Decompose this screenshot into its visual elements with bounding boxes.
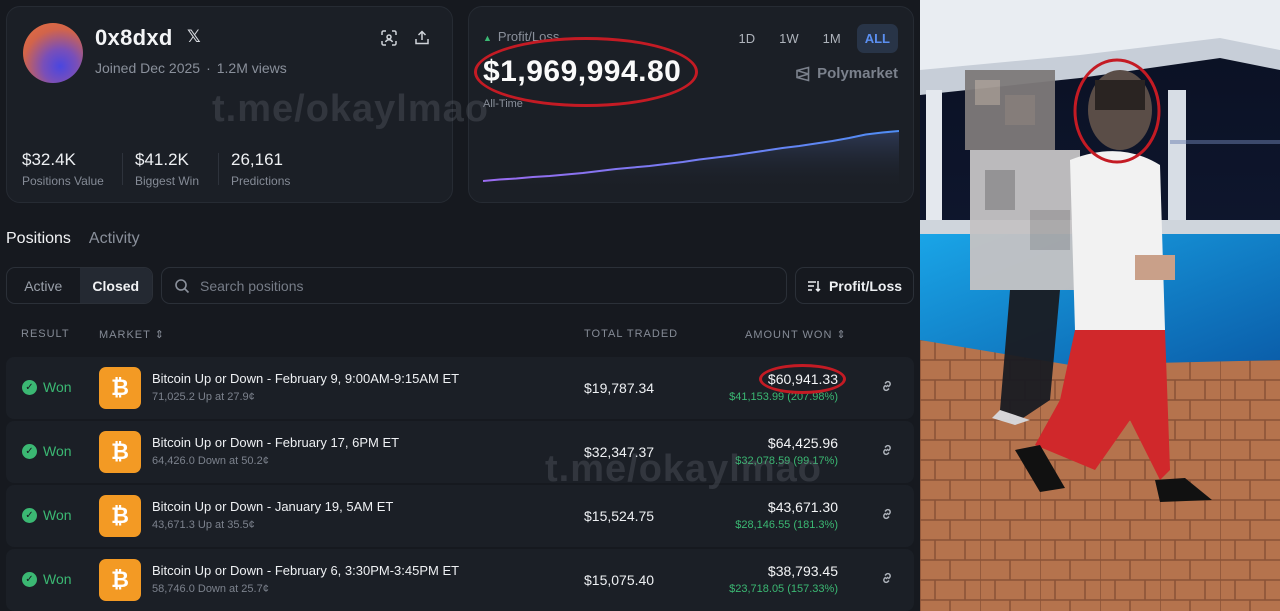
highlight-circle	[759, 364, 846, 394]
brand-name: Polymarket	[817, 65, 898, 82]
tab-positions[interactable]: Positions	[6, 230, 71, 248]
result-won: ✓ Won	[22, 443, 72, 459]
bitcoin-icon: ₿	[99, 431, 141, 473]
profit-amount: $41,153.99 (207.98%)	[729, 391, 838, 403]
polymarket-logo-icon	[796, 65, 810, 82]
result-won: ✓ Won	[22, 379, 72, 395]
col-header-amount-won[interactable]: AMOUNT WON ⇕	[745, 328, 847, 341]
stat-value: $41.2K	[135, 150, 189, 169]
arrest-photo	[920, 0, 1280, 611]
search-icon	[175, 278, 190, 293]
check-icon: ✓	[22, 571, 37, 587]
profit-loss-card: ▲ Profit/Loss $1,969,994.80 All-Time 1D 1…	[468, 6, 914, 203]
stat-divider	[122, 153, 123, 185]
check-icon: ✓	[22, 443, 37, 459]
active-filter-button[interactable]: Active	[7, 268, 80, 303]
result-text: Won	[43, 571, 72, 587]
total-traded: $19,787.34	[584, 380, 655, 396]
stat-label: Biggest Win	[135, 174, 200, 188]
range-tab-1m[interactable]: 1M	[815, 24, 849, 53]
stat-predictions: 26,161 Predictions	[231, 150, 290, 188]
link-icon[interactable]	[880, 571, 894, 590]
sort-icon	[807, 280, 821, 292]
join-info: Joined Dec 2025 · 1.2M views	[95, 60, 287, 76]
avatar	[23, 23, 83, 83]
profit-amount: $28,146.55 (181.3%)	[735, 519, 838, 531]
photo-panel	[920, 0, 1280, 611]
username: 0x8dxd	[95, 25, 173, 50]
x-social-icon[interactable]: 𝕏	[187, 27, 201, 47]
stat-value: 26,161	[231, 150, 283, 169]
separator-dot: ·	[206, 60, 211, 76]
link-icon[interactable]	[880, 379, 894, 398]
link-icon[interactable]	[880, 443, 894, 462]
sort-chevron-icon: ⇕	[154, 329, 165, 341]
scan-icon[interactable]	[378, 27, 400, 49]
col-header-result: RESULT	[21, 328, 70, 340]
amount-won: $38,793.45	[767, 563, 838, 579]
stat-label: Predictions	[231, 174, 291, 188]
result-text: Won	[43, 379, 72, 395]
market-detail: 43,671.3 Up at 35.5¢	[152, 519, 255, 531]
market-detail: 58,746.0 Down at 25.7¢	[152, 583, 269, 595]
bitcoin-icon: ₿	[99, 559, 141, 601]
amount-won: $43,671.30	[767, 499, 838, 515]
result-won: ✓ Won	[22, 507, 72, 523]
main-tabs: Positions Activity	[6, 230, 140, 248]
bitcoin-icon: ₿	[99, 367, 141, 409]
market-title[interactable]: Bitcoin Up or Down - February 17, 6PM ET	[152, 435, 399, 450]
up-triangle-icon: ▲	[483, 33, 492, 43]
table-row[interactable]: ✓ Won ₿ Bitcoin Up or Down - February 6, …	[6, 549, 914, 611]
tab-activity[interactable]: Activity	[89, 230, 140, 248]
search-input[interactable]	[200, 277, 760, 294]
market-detail: 71,025.2 Up at 27.9¢	[152, 391, 255, 403]
result-won: ✓ Won	[22, 571, 72, 587]
closed-filter-button[interactable]: Closed	[79, 268, 152, 303]
link-icon[interactable]	[880, 507, 894, 526]
col-header-market-text: MARKET	[99, 329, 151, 341]
bitcoin-icon: ₿	[99, 495, 141, 537]
profit-amount: $23,718.05 (157.33%)	[729, 583, 838, 595]
stat-positions-value: $32.4K Positions Value	[22, 150, 104, 188]
col-header-won-text: AMOUNT WON	[745, 329, 833, 341]
col-header-market[interactable]: MARKET ⇕	[99, 328, 165, 341]
sort-chevron-icon: ⇕	[836, 329, 847, 341]
col-header-traded: TOTAL TRADED	[584, 328, 679, 340]
total-traded: $15,075.40	[584, 572, 655, 588]
stat-label: Positions Value	[22, 174, 104, 188]
sort-button[interactable]: Profit/Loss	[795, 267, 914, 304]
time-range-tabs: 1D 1W 1M ALL	[731, 24, 898, 53]
range-tab-all[interactable]: ALL	[856, 24, 898, 53]
joined-date: Joined Dec 2025	[95, 60, 201, 76]
position-status-toggle: Active Closed	[6, 267, 153, 304]
range-tab-1d[interactable]: 1D	[731, 24, 764, 53]
polymarket-profile-page: 0x8dxd 𝕏 Joined Dec 2025 · 1.2M views $32.…	[0, 0, 920, 611]
stat-value: $32.4K	[22, 150, 76, 169]
search-box	[161, 267, 787, 304]
table-row[interactable]: ✓ Won ₿ Bitcoin Up or Down - January 19, …	[6, 485, 914, 547]
result-text: Won	[43, 507, 72, 523]
total-traded: $15,524.75	[584, 508, 655, 524]
check-icon: ✓	[22, 507, 37, 523]
sort-label: Profit/Loss	[828, 277, 903, 294]
stat-divider	[218, 153, 219, 185]
watermark-text: t.me/okaylmao	[212, 88, 489, 130]
pnl-line-chart	[483, 130, 899, 191]
market-title[interactable]: Bitcoin Up or Down - February 6, 3:30PM-…	[152, 563, 459, 578]
market-title[interactable]: Bitcoin Up or Down - February 9, 9:00AM-…	[152, 371, 459, 386]
stat-biggest-win: $41.2K Biggest Win	[135, 150, 199, 188]
highlight-circle	[474, 37, 698, 107]
view-count: 1.2M views	[216, 60, 287, 76]
polymarket-brand: Polymarket	[795, 65, 898, 82]
market-title[interactable]: Bitcoin Up or Down - January 19, 5AM ET	[152, 499, 393, 514]
share-icon[interactable]	[411, 27, 433, 49]
watermark-text: t.me/okaylmao	[545, 448, 822, 490]
result-text: Won	[43, 443, 72, 459]
range-tab-1w[interactable]: 1W	[771, 24, 807, 53]
check-icon: ✓	[22, 379, 37, 395]
market-detail: 64,426.0 Down at 50.2¢	[152, 455, 269, 467]
